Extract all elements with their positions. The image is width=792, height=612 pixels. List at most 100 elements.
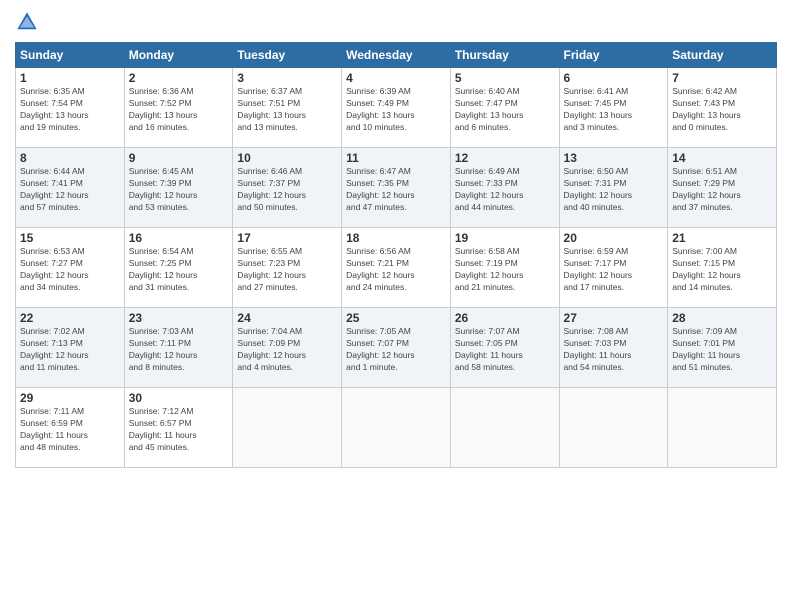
weekday-header-saturday: Saturday — [668, 43, 777, 68]
day-info: Sunrise: 6:55 AMSunset: 7:23 PMDaylight:… — [237, 246, 337, 294]
day-number: 4 — [346, 71, 446, 85]
calendar-cell: 14Sunrise: 6:51 AMSunset: 7:29 PMDayligh… — [668, 148, 777, 228]
calendar-cell: 22Sunrise: 7:02 AMSunset: 7:13 PMDayligh… — [16, 308, 125, 388]
weekday-header-row: SundayMondayTuesdayWednesdayThursdayFrid… — [16, 43, 777, 68]
calendar-cell: 24Sunrise: 7:04 AMSunset: 7:09 PMDayligh… — [233, 308, 342, 388]
day-info: Sunrise: 6:40 AMSunset: 7:47 PMDaylight:… — [455, 86, 555, 134]
day-number: 29 — [20, 391, 120, 405]
calendar-cell: 19Sunrise: 6:58 AMSunset: 7:19 PMDayligh… — [450, 228, 559, 308]
calendar-cell — [342, 388, 451, 468]
day-number: 2 — [129, 71, 229, 85]
day-number: 15 — [20, 231, 120, 245]
calendar-cell: 6Sunrise: 6:41 AMSunset: 7:45 PMDaylight… — [559, 68, 668, 148]
day-info: Sunrise: 7:08 AMSunset: 7:03 PMDaylight:… — [564, 326, 664, 374]
calendar-cell: 26Sunrise: 7:07 AMSunset: 7:05 PMDayligh… — [450, 308, 559, 388]
day-number: 30 — [129, 391, 229, 405]
day-number: 9 — [129, 151, 229, 165]
calendar-cell: 28Sunrise: 7:09 AMSunset: 7:01 PMDayligh… — [668, 308, 777, 388]
header — [15, 10, 777, 34]
day-info: Sunrise: 6:42 AMSunset: 7:43 PMDaylight:… — [672, 86, 772, 134]
day-info: Sunrise: 6:58 AMSunset: 7:19 PMDaylight:… — [455, 246, 555, 294]
day-number: 3 — [237, 71, 337, 85]
calendar-cell: 11Sunrise: 6:47 AMSunset: 7:35 PMDayligh… — [342, 148, 451, 228]
day-info: Sunrise: 6:50 AMSunset: 7:31 PMDaylight:… — [564, 166, 664, 214]
day-number: 18 — [346, 231, 446, 245]
calendar-cell — [668, 388, 777, 468]
day-info: Sunrise: 6:54 AMSunset: 7:25 PMDaylight:… — [129, 246, 229, 294]
calendar-cell — [450, 388, 559, 468]
day-number: 28 — [672, 311, 772, 325]
day-number: 13 — [564, 151, 664, 165]
day-info: Sunrise: 6:37 AMSunset: 7:51 PMDaylight:… — [237, 86, 337, 134]
day-number: 23 — [129, 311, 229, 325]
page: SundayMondayTuesdayWednesdayThursdayFrid… — [0, 0, 792, 612]
weekday-header-monday: Monday — [124, 43, 233, 68]
day-info: Sunrise: 6:45 AMSunset: 7:39 PMDaylight:… — [129, 166, 229, 214]
calendar-cell: 5Sunrise: 6:40 AMSunset: 7:47 PMDaylight… — [450, 68, 559, 148]
calendar-cell: 9Sunrise: 6:45 AMSunset: 7:39 PMDaylight… — [124, 148, 233, 228]
day-info: Sunrise: 7:00 AMSunset: 7:15 PMDaylight:… — [672, 246, 772, 294]
day-number: 6 — [564, 71, 664, 85]
day-number: 19 — [455, 231, 555, 245]
day-info: Sunrise: 7:05 AMSunset: 7:07 PMDaylight:… — [346, 326, 446, 374]
day-info: Sunrise: 6:59 AMSunset: 7:17 PMDaylight:… — [564, 246, 664, 294]
day-number: 24 — [237, 311, 337, 325]
week-row-2: 8Sunrise: 6:44 AMSunset: 7:41 PMDaylight… — [16, 148, 777, 228]
calendar-cell: 21Sunrise: 7:00 AMSunset: 7:15 PMDayligh… — [668, 228, 777, 308]
day-number: 25 — [346, 311, 446, 325]
day-number: 10 — [237, 151, 337, 165]
calendar-cell: 12Sunrise: 6:49 AMSunset: 7:33 PMDayligh… — [450, 148, 559, 228]
day-number: 5 — [455, 71, 555, 85]
calendar-cell: 30Sunrise: 7:12 AMSunset: 6:57 PMDayligh… — [124, 388, 233, 468]
day-number: 7 — [672, 71, 772, 85]
day-info: Sunrise: 6:49 AMSunset: 7:33 PMDaylight:… — [455, 166, 555, 214]
calendar-cell: 17Sunrise: 6:55 AMSunset: 7:23 PMDayligh… — [233, 228, 342, 308]
day-number: 16 — [129, 231, 229, 245]
calendar-table: SundayMondayTuesdayWednesdayThursdayFrid… — [15, 42, 777, 468]
day-number: 27 — [564, 311, 664, 325]
calendar-cell: 13Sunrise: 6:50 AMSunset: 7:31 PMDayligh… — [559, 148, 668, 228]
day-number: 8 — [20, 151, 120, 165]
day-number: 26 — [455, 311, 555, 325]
week-row-3: 15Sunrise: 6:53 AMSunset: 7:27 PMDayligh… — [16, 228, 777, 308]
weekday-header-tuesday: Tuesday — [233, 43, 342, 68]
day-number: 22 — [20, 311, 120, 325]
day-info: Sunrise: 6:39 AMSunset: 7:49 PMDaylight:… — [346, 86, 446, 134]
week-row-5: 29Sunrise: 7:11 AMSunset: 6:59 PMDayligh… — [16, 388, 777, 468]
day-number: 21 — [672, 231, 772, 245]
day-info: Sunrise: 7:04 AMSunset: 7:09 PMDaylight:… — [237, 326, 337, 374]
day-info: Sunrise: 6:46 AMSunset: 7:37 PMDaylight:… — [237, 166, 337, 214]
calendar-cell: 10Sunrise: 6:46 AMSunset: 7:37 PMDayligh… — [233, 148, 342, 228]
day-info: Sunrise: 6:53 AMSunset: 7:27 PMDaylight:… — [20, 246, 120, 294]
day-info: Sunrise: 6:44 AMSunset: 7:41 PMDaylight:… — [20, 166, 120, 214]
logo — [15, 10, 43, 34]
week-row-1: 1Sunrise: 6:35 AMSunset: 7:54 PMDaylight… — [16, 68, 777, 148]
calendar-cell — [559, 388, 668, 468]
calendar-cell: 1Sunrise: 6:35 AMSunset: 7:54 PMDaylight… — [16, 68, 125, 148]
weekday-header-sunday: Sunday — [16, 43, 125, 68]
day-info: Sunrise: 6:41 AMSunset: 7:45 PMDaylight:… — [564, 86, 664, 134]
day-info: Sunrise: 7:11 AMSunset: 6:59 PMDaylight:… — [20, 406, 120, 454]
day-info: Sunrise: 6:47 AMSunset: 7:35 PMDaylight:… — [346, 166, 446, 214]
day-number: 11 — [346, 151, 446, 165]
calendar-cell — [233, 388, 342, 468]
day-number: 1 — [20, 71, 120, 85]
day-info: Sunrise: 7:09 AMSunset: 7:01 PMDaylight:… — [672, 326, 772, 374]
weekday-header-wednesday: Wednesday — [342, 43, 451, 68]
day-info: Sunrise: 6:56 AMSunset: 7:21 PMDaylight:… — [346, 246, 446, 294]
calendar-cell: 25Sunrise: 7:05 AMSunset: 7:07 PMDayligh… — [342, 308, 451, 388]
day-info: Sunrise: 6:51 AMSunset: 7:29 PMDaylight:… — [672, 166, 772, 214]
day-number: 20 — [564, 231, 664, 245]
day-number: 14 — [672, 151, 772, 165]
day-info: Sunrise: 7:03 AMSunset: 7:11 PMDaylight:… — [129, 326, 229, 374]
calendar-cell: 3Sunrise: 6:37 AMSunset: 7:51 PMDaylight… — [233, 68, 342, 148]
calendar-cell: 16Sunrise: 6:54 AMSunset: 7:25 PMDayligh… — [124, 228, 233, 308]
calendar-cell: 23Sunrise: 7:03 AMSunset: 7:11 PMDayligh… — [124, 308, 233, 388]
day-info: Sunrise: 7:02 AMSunset: 7:13 PMDaylight:… — [20, 326, 120, 374]
calendar-cell: 18Sunrise: 6:56 AMSunset: 7:21 PMDayligh… — [342, 228, 451, 308]
calendar-cell: 20Sunrise: 6:59 AMSunset: 7:17 PMDayligh… — [559, 228, 668, 308]
day-number: 12 — [455, 151, 555, 165]
weekday-header-friday: Friday — [559, 43, 668, 68]
calendar-cell: 29Sunrise: 7:11 AMSunset: 6:59 PMDayligh… — [16, 388, 125, 468]
logo-icon — [15, 10, 39, 34]
